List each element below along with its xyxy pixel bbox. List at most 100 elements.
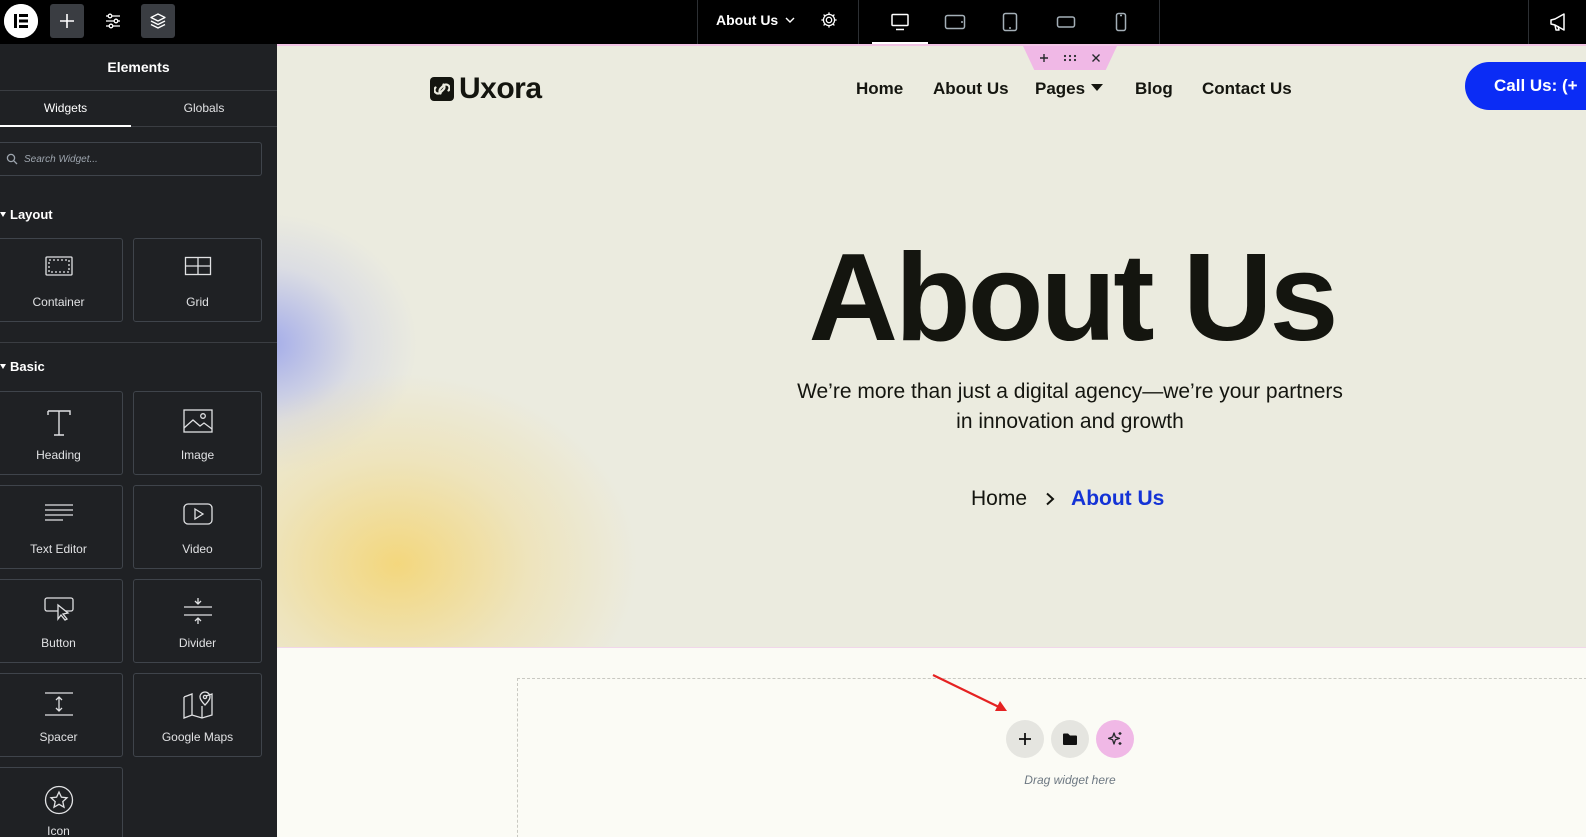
add-template-button[interactable] <box>1051 720 1089 758</box>
widget-video[interactable]: Video <box>133 485 262 569</box>
widget-google-maps[interactable]: Google Maps <box>133 673 262 757</box>
widget-label: Heading <box>36 448 81 462</box>
device-tablet-landscape-button[interactable] <box>927 0 983 44</box>
heading-icon <box>46 410 71 436</box>
spacer-icon <box>44 692 73 716</box>
dropzone-hint: Drag widget here <box>1024 773 1116 787</box>
widget-icon[interactable]: Icon <box>0 767 123 837</box>
widget-container[interactable]: Container <box>0 238 123 322</box>
breadcrumb-current: About Us <box>1071 487 1165 510</box>
grid-icon <box>184 256 211 276</box>
video-icon <box>182 503 213 525</box>
editor-topbar: About Us <box>0 0 1586 44</box>
drag-handle-icon[interactable] <box>1063 53 1077 63</box>
widget-label: Video <box>182 542 213 556</box>
section-outline <box>277 44 1586 46</box>
hero-subtitle[interactable]: We’re more than just a digital agency—we… <box>770 377 1370 437</box>
star-icon <box>44 785 73 815</box>
widget-label: Icon <box>47 824 70 837</box>
category-basic[interactable]: Basic <box>0 359 45 374</box>
nav-link-home[interactable]: Home <box>856 79 903 99</box>
hero-subtitle-line: in innovation and growth <box>956 410 1184 433</box>
google-maps-icon <box>182 691 213 719</box>
nav-link-contact[interactable]: Contact Us <box>1202 79 1292 99</box>
widget-label: Text Editor <box>30 542 87 556</box>
nav-link-pages[interactable]: Pages <box>1035 79 1104 99</box>
layers-icon <box>150 13 166 29</box>
device-desktop-button[interactable] <box>872 0 928 44</box>
structure-button[interactable] <box>141 4 175 38</box>
caret-down-icon <box>0 364 6 370</box>
topbar-divider <box>1528 0 1529 44</box>
gear-icon[interactable] <box>820 11 838 29</box>
device-mobile-landscape-button[interactable] <box>1038 0 1094 44</box>
panel-title: Elements <box>0 44 277 91</box>
widget-divider[interactable]: Divider <box>133 579 262 663</box>
hero-section[interactable]: Uxora Home About Us Pages Blog Contact U… <box>277 44 1586 648</box>
breadcrumb-home[interactable]: Home <box>971 487 1027 511</box>
widget-search-input[interactable] <box>24 150 244 168</box>
responsive-device-switcher <box>860 0 1160 44</box>
category-divider <box>0 342 277 343</box>
widget-grid[interactable]: Grid <box>133 238 262 322</box>
plus-icon[interactable] <box>1039 53 1049 63</box>
close-icon[interactable] <box>1091 53 1101 63</box>
mobile-landscape-icon <box>1056 16 1076 28</box>
widget-label: Button <box>41 636 76 650</box>
tab-globals[interactable]: Globals <box>131 91 277 127</box>
sliders-icon <box>106 13 120 29</box>
page-title: About Us <box>716 12 779 28</box>
category-label: Layout <box>10 207 53 222</box>
mobile-portrait-icon <box>1115 12 1127 32</box>
nav-link-about[interactable]: About Us <box>933 79 1009 99</box>
text-editor-icon <box>44 504 73 521</box>
widget-spacer[interactable]: Spacer <box>0 673 123 757</box>
chevron-right-icon <box>1045 492 1055 506</box>
background-gradient-yellow <box>277 374 637 647</box>
uxora-logo-icon <box>430 77 454 101</box>
ai-build-button[interactable] <box>1096 720 1134 758</box>
add-element-button[interactable] <box>50 4 84 38</box>
section-edit-handle[interactable] <box>1023 46 1117 70</box>
category-label: Basic <box>10 359 45 374</box>
hero-heading[interactable]: About Us <box>277 233 1586 363</box>
widget-search-box <box>0 142 262 176</box>
plus-icon <box>60 14 74 28</box>
desktop-icon <box>891 13 909 31</box>
site-logo[interactable]: Uxora <box>430 72 542 106</box>
widget-heading[interactable]: Heading <box>0 391 123 475</box>
device-tablet-portrait-button[interactable] <box>982 0 1038 44</box>
call-us-button[interactable]: Call Us: (+ <box>1465 62 1586 110</box>
nav-link-blog[interactable]: Blog <box>1135 79 1173 99</box>
image-icon <box>182 409 213 433</box>
empty-container-dropzone[interactable] <box>517 678 1586 837</box>
caret-down-icon <box>1091 84 1104 92</box>
hero-subtitle-line: We’re more than just a digital agency—we… <box>797 380 1343 403</box>
elements-panel: Elements Widgets Globals Layout Containe… <box>0 44 277 837</box>
plus-icon <box>1019 733 1031 745</box>
category-layout[interactable]: Layout <box>0 207 53 222</box>
breadcrumb: Home About Us <box>971 487 1164 511</box>
add-new-container-button[interactable] <box>1006 720 1044 758</box>
button-icon <box>43 597 74 621</box>
widget-label: Google Maps <box>161 730 234 744</box>
page-title-dropdown[interactable]: About Us <box>697 0 859 44</box>
annotation-arrow-icon <box>932 674 1007 711</box>
widget-button[interactable]: Button <box>0 579 123 663</box>
folder-icon <box>1063 733 1077 745</box>
megaphone-icon[interactable] <box>1548 10 1572 34</box>
editor-canvas: Uxora Home About Us Pages Blog Contact U… <box>277 44 1586 837</box>
logo-text: Uxora <box>459 72 542 105</box>
widget-label: Container <box>32 295 85 309</box>
tablet-landscape-icon <box>944 14 966 30</box>
widget-label: Spacer <box>39 730 78 744</box>
sparkle-icon <box>1107 732 1122 745</box>
widget-label: Image <box>180 448 215 462</box>
widget-image[interactable]: Image <box>133 391 262 475</box>
device-mobile-portrait-button[interactable] <box>1093 0 1149 44</box>
nav-pages-label: Pages <box>1035 79 1086 98</box>
widget-text-editor[interactable]: Text Editor <box>0 485 123 569</box>
site-settings-button[interactable] <box>96 4 130 38</box>
elementor-logo-icon[interactable] <box>4 4 38 38</box>
tab-widgets[interactable]: Widgets <box>0 91 131 127</box>
